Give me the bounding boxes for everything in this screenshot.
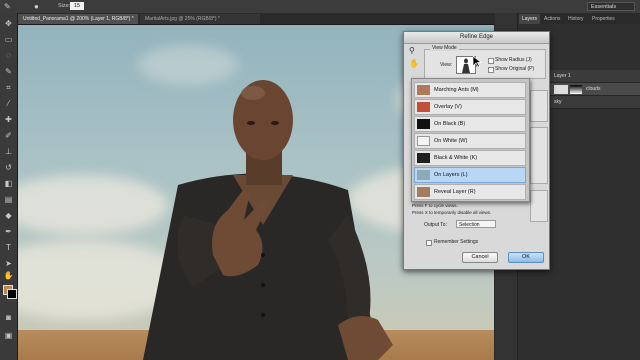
menu-item-label: On Layers (L) <box>434 172 468 178</box>
type-tool-icon[interactable]: T <box>3 243 14 253</box>
show-original-checkbox[interactable] <box>488 67 494 73</box>
cancel-button[interactable]: Cancel <box>462 252 498 263</box>
marquee-tool-icon[interactable]: ▭ <box>3 35 14 45</box>
stamp-tool-icon[interactable]: ⊥ <box>3 147 14 157</box>
dialog-title: Refine Edge <box>404 32 549 44</box>
crop-tool-icon[interactable]: ⌗ <box>3 83 14 93</box>
document-tab-bar: Untitled_Panorama1 @ 200% (Layer 1, RGB/… <box>18 13 512 25</box>
output-to-select[interactable]: Selection <box>456 220 496 228</box>
move-tool-icon[interactable]: ✥ <box>3 19 14 29</box>
zoom-tool-icon[interactable]: ⚲ <box>409 46 418 55</box>
brush-tool-icon[interactable]: ✐ <box>3 131 14 141</box>
menu-item-label: Black & White (K) <box>434 155 478 161</box>
menu-item-label: On Black (B) <box>434 121 466 127</box>
pen-tool-icon[interactable]: ✒ <box>3 227 14 237</box>
history-brush-icon[interactable]: ↺ <box>3 163 14 173</box>
layer-name: sky <box>554 99 562 105</box>
tab-layers[interactable]: Layers <box>519 14 541 24</box>
black-white-thumbnail <box>417 153 430 163</box>
blur-tool-icon[interactable]: ◆ <box>3 211 14 221</box>
show-radius-checkbox[interactable] <box>488 58 494 64</box>
hint-cycle-views: Press F to cycle views. <box>412 203 458 208</box>
healing-tool-icon[interactable]: ✚ <box>3 115 14 125</box>
menu-item-label: Marching Ants (M) <box>434 87 479 93</box>
ok-button[interactable]: OK <box>508 252 544 263</box>
tab-untitled-panorama[interactable]: Untitled_Panorama1 @ 200% (Layer 1, RGB/… <box>18 14 138 24</box>
on-black-thumbnail <box>417 119 430 129</box>
layer-mask-thumbnail <box>570 85 582 94</box>
quick-selection-tool-icon[interactable]: ✎ <box>4 2 13 11</box>
view-label: View: <box>440 62 453 68</box>
tab-martial-arts[interactable]: MartialArts.jpg @ 25% (RGB/8*) * <box>140 14 260 24</box>
menu-item-on-layers[interactable]: On Layers (L) <box>414 167 526 183</box>
edge-detection-group <box>530 90 548 122</box>
output-to-label: Output To: <box>424 222 447 228</box>
layer-row-3[interactable]: sky <box>550 96 640 109</box>
path-selection-icon[interactable]: ➤ <box>3 259 14 269</box>
menu-item-marching-ants[interactable]: Marching Ants (M) <box>414 82 526 98</box>
menu-item-label: Reveal Layer (R) <box>434 189 476 195</box>
quick-mask-icon[interactable]: ◙ <box>3 313 14 323</box>
reveal-layer-thumbnail <box>417 187 430 197</box>
show-radius-label: Show Radius (J) <box>495 57 532 63</box>
layer-thumbnail <box>554 85 568 94</box>
output-group <box>530 190 548 222</box>
eyedropper-tool-icon[interactable]: ⁄ <box>3 99 14 109</box>
size-field[interactable]: 15 <box>70 2 84 10</box>
options-bar: ✎ ● Size: 15 Essentials <box>0 0 640 14</box>
menu-item-on-white[interactable]: On White (W) <box>414 133 526 149</box>
view-mode-label: View Mode <box>430 45 459 51</box>
menu-item-label: Overlay (V) <box>434 104 462 110</box>
show-original-label: Show Original (P) <box>495 66 535 72</box>
layer-name: clouds <box>586 86 601 92</box>
marching-ants-thumbnail <box>417 85 430 95</box>
screen-mode-icon[interactable]: ▣ <box>3 331 14 341</box>
layer-row-2[interactable]: clouds <box>550 83 640 96</box>
hand-tool-icon[interactable]: ✋ <box>409 59 419 68</box>
layer-row-1[interactable]: Layer 1 <box>550 70 640 83</box>
refine-edge-dialog: Refine Edge ⚲ ✋ View Mode View: Show Rad… <box>403 31 550 270</box>
on-white-thumbnail <box>417 136 430 146</box>
adjust-edge-group <box>530 127 548 184</box>
menu-item-black-white[interactable]: Black & White (K) <box>414 150 526 166</box>
menu-item-on-black[interactable]: On Black (B) <box>414 116 526 132</box>
view-mode-menu: Marching Ants (M) Overlay (V) On Black (… <box>411 78 530 202</box>
gradient-tool-icon[interactable]: ▤ <box>3 195 14 205</box>
remember-settings-checkbox[interactable] <box>426 240 432 246</box>
lasso-tool-icon[interactable]: ◌ <box>3 51 14 61</box>
hand-tool-icon[interactable]: ✋ <box>3 271 14 281</box>
quick-selection-tool-icon[interactable]: ✎ <box>3 67 14 77</box>
hint-disable-views: Press X to temporarily disable all views… <box>412 210 492 215</box>
background-color-swatch[interactable] <box>7 289 17 299</box>
workspace-switcher[interactable]: Essentials <box>587 2 635 11</box>
tab-history[interactable]: History <box>565 14 587 24</box>
overlay-thumbnail <box>417 102 430 112</box>
menu-item-overlay[interactable]: Overlay (V) <box>414 99 526 115</box>
size-label: Size: <box>58 3 71 9</box>
brush-preset-icon[interactable]: ● <box>34 2 43 11</box>
toolbox: ✥ ▭ ◌ ✎ ⌗ ⁄ ✚ ✐ ⊥ ↺ ◧ ▤ ◆ ✒ T ➤ ✋ ◙ ▣ <box>0 13 18 360</box>
remember-settings-label: Remember Settings <box>434 239 479 245</box>
mouse-cursor-icon <box>473 56 482 68</box>
menu-item-label: On White (W) <box>434 138 468 144</box>
menu-item-reveal-layer[interactable]: Reveal Layer (R) <box>414 184 526 200</box>
tab-actions[interactable]: Actions <box>541 14 563 24</box>
eraser-tool-icon[interactable]: ◧ <box>3 179 14 189</box>
layer-name: Layer 1 <box>554 73 571 79</box>
on-layers-thumbnail <box>417 170 430 180</box>
tab-properties[interactable]: Properties <box>589 14 618 24</box>
